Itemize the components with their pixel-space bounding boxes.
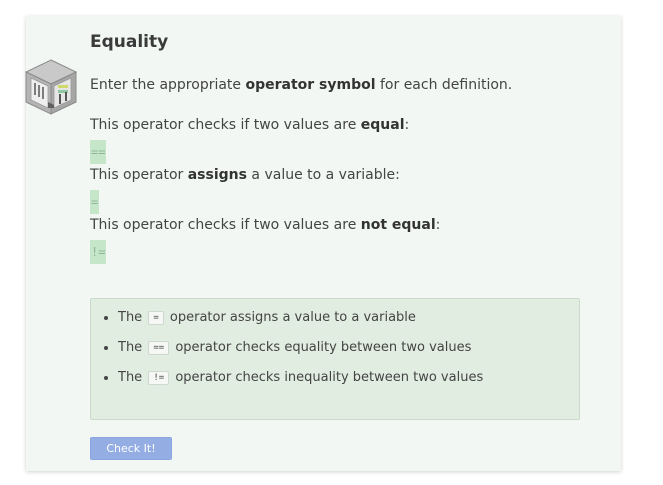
page-title: Equality bbox=[90, 32, 169, 52]
hint-pre: The bbox=[118, 310, 143, 325]
question-text: This operator bbox=[90, 167, 188, 183]
hint-item: The != operator checks inequality betwee… bbox=[118, 369, 579, 399]
hint-item: The == operator checks equality between … bbox=[118, 339, 579, 369]
instruction-pre: Enter the appropriate bbox=[90, 77, 246, 93]
instruction-emphasis: operator symbol bbox=[245, 77, 376, 93]
isometric-room-icon bbox=[22, 56, 80, 118]
question-keyword: not equal bbox=[360, 217, 436, 233]
question-suffix: : bbox=[404, 117, 410, 133]
question-keyword: assigns bbox=[187, 167, 247, 183]
hint-list: The = operator assigns a value to a vari… bbox=[91, 299, 579, 399]
question-not-equal: This operator checks if two values are n… bbox=[90, 217, 440, 233]
hint-post: operator checks equality between two val… bbox=[175, 340, 472, 355]
answer-field-assign[interactable]: = bbox=[90, 190, 100, 214]
code-snippet: == bbox=[148, 341, 170, 355]
hint-box: The = operator assigns a value to a vari… bbox=[90, 298, 580, 420]
answer-field-equal[interactable]: == bbox=[90, 140, 107, 164]
question-assign: This operator assigns a value to a varia… bbox=[90, 167, 400, 183]
instruction-post: for each definition. bbox=[375, 77, 513, 93]
hint-post: operator checks inequality between two v… bbox=[175, 370, 484, 385]
question-suffix: a value to a variable: bbox=[246, 167, 400, 183]
hint-pre: The bbox=[118, 340, 143, 355]
code-snippet: != bbox=[148, 371, 170, 385]
hint-post: operator assigns a value to a variable bbox=[169, 310, 416, 325]
hint-item: The = operator assigns a value to a vari… bbox=[118, 309, 579, 339]
code-snippet: = bbox=[148, 311, 164, 325]
answer-field-not-equal[interactable]: != bbox=[90, 240, 107, 264]
question-suffix: : bbox=[435, 217, 441, 233]
exercise-card: Equality Enter the appropriate operator … bbox=[24, 16, 621, 471]
check-it-button[interactable]: Check It! bbox=[90, 437, 172, 460]
instruction-text: Enter the appropriate operator symbol fo… bbox=[90, 77, 512, 93]
question-text: This operator checks if two values are bbox=[90, 217, 361, 233]
hint-pre: The bbox=[118, 370, 143, 385]
question-keyword: equal bbox=[360, 117, 405, 133]
question-text: This operator checks if two values are bbox=[90, 117, 361, 133]
question-equal: This operator checks if two values are e… bbox=[90, 117, 409, 133]
